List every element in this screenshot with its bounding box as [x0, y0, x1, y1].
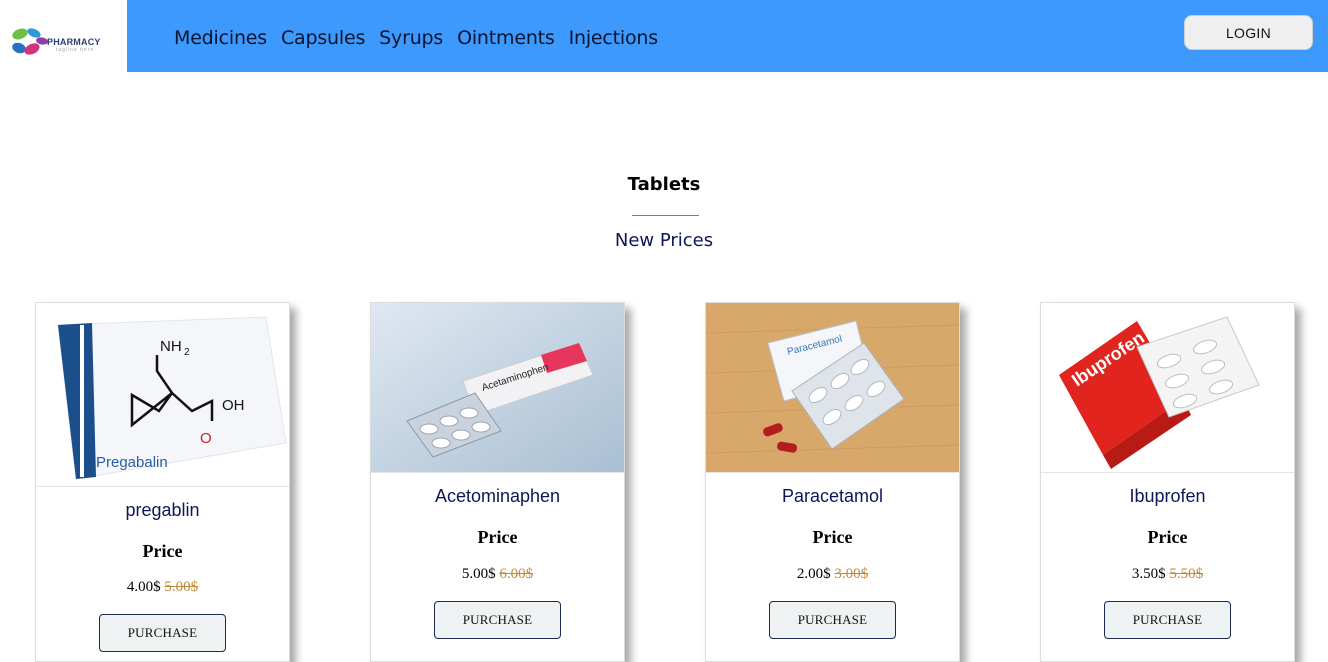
product-name[interactable]: Acetominaphen [371, 486, 624, 507]
price-label: Price [477, 527, 518, 547]
nav-syrups[interactable]: Syrups [379, 26, 443, 50]
product-image[interactable]: NH 2 OH O Pregabalin [36, 303, 289, 487]
paracetamol-box-image: Paracetamol [706, 303, 959, 472]
nav-medicines[interactable]: Medicines [174, 26, 267, 50]
svg-text:O: O [200, 430, 212, 447]
product-image[interactable]: Ibuprofen [1041, 303, 1294, 473]
svg-text:NH: NH [160, 338, 182, 355]
price-line: 3.50$ 5.50$ [1041, 566, 1294, 583]
section-subtitle: New Prices [614, 230, 714, 251]
price-line: 2.00$ 3.00$ [706, 566, 959, 583]
purchase-button[interactable]: PURCHASE [434, 601, 561, 639]
purchase-button[interactable]: PURCHASE [99, 614, 226, 652]
product-name[interactable]: Ibuprofen [1041, 486, 1294, 507]
section-title: Tablets [627, 174, 701, 195]
product-card: Ibuprofen Ibuprofen Price 3.50$ 5.50$ PU… [1040, 302, 1295, 662]
logo[interactable]: PHARMACY tagline here [0, 0, 127, 72]
nav-ointments[interactable]: Ointments [457, 26, 555, 50]
product-card: Paracetamol Paracetamol Price 2.00$ 3.00… [705, 302, 960, 662]
nav-injections[interactable]: Injections [569, 26, 659, 50]
logo-text: PHARMACY [47, 37, 101, 47]
price-label: Price [812, 527, 853, 547]
price-line: 5.00$ 6.00$ [371, 566, 624, 583]
section-divider [632, 215, 699, 216]
price-label: Price [1147, 527, 1188, 547]
old-price: 6.00$ [499, 566, 534, 582]
logo-tagline: tagline here [56, 47, 95, 53]
login-button[interactable]: LOGIN [1184, 15, 1313, 50]
purchase-button[interactable]: PURCHASE [1104, 601, 1231, 639]
product-name[interactable]: Paracetamol [706, 486, 959, 507]
price-line: 4.00$ 5.00$ [36, 579, 289, 596]
pregabalin-box-image: NH 2 OH O Pregabalin [36, 303, 289, 486]
nav-capsules[interactable]: Capsules [281, 26, 365, 50]
current-price: 4.00$ [126, 579, 161, 595]
svg-text:2: 2 [184, 347, 190, 358]
acetaminophen-box-image: Acetaminophen [371, 303, 624, 472]
old-price: 5.00$ [164, 579, 199, 595]
purchase-button[interactable]: PURCHASE [769, 601, 896, 639]
product-card: Acetaminophen Acetominaphen Price 5.00$ … [370, 302, 625, 662]
current-price: 2.00$ [796, 566, 831, 582]
svg-text:Pregabalin: Pregabalin [96, 454, 168, 471]
old-price: 3.00$ [834, 566, 869, 582]
price-label: Price [142, 541, 183, 561]
main-nav: Medicines Capsules Syrups Ointments Inje… [174, 26, 658, 50]
old-price: 5.50$ [1169, 566, 1204, 582]
current-price: 3.50$ [1131, 566, 1166, 582]
current-price: 5.00$ [461, 566, 496, 582]
product-name[interactable]: pregablin [36, 500, 289, 521]
svg-text:OH: OH [222, 397, 245, 414]
product-image[interactable]: Paracetamol [706, 303, 959, 473]
pharmacy-logo-icon [12, 28, 48, 55]
product-image[interactable]: Acetaminophen [371, 303, 624, 473]
product-card: NH 2 OH O Pregabalin pregablin Price 4.0… [35, 302, 290, 662]
ibuprofen-box-image: Ibuprofen [1041, 303, 1294, 472]
top-navbar: PHARMACY tagline here Medicines Capsules… [0, 0, 1328, 72]
